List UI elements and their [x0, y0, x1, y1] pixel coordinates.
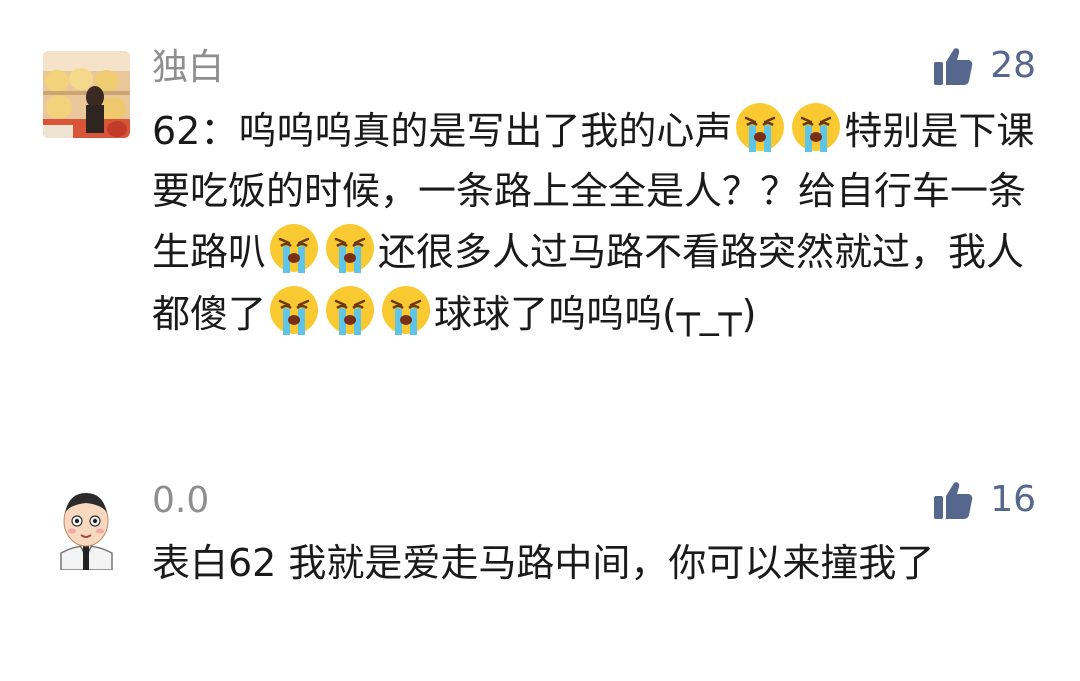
like-count: 16 — [990, 479, 1036, 520]
comment-text-part: 62：呜呜呜真的是写出了我的心声 — [152, 109, 733, 153]
like-button[interactable]: 16 — [932, 478, 1036, 522]
avatar-cartoon-icon — [43, 483, 130, 570]
comment-item: 独白 28 62：呜呜呜真的是写出了我的心声 特别是下课要吃饭的时候，一条路上全… — [0, 0, 1080, 420]
avatar[interactable] — [43, 483, 130, 570]
like-count: 28 — [990, 45, 1036, 86]
loudly-crying-face-icon — [736, 103, 785, 152]
thumbs-up-icon — [934, 48, 973, 85]
loudly-crying-face-icon — [326, 224, 375, 273]
comment-text-part: 表白62 我就是爱走马路中间，你可以来撞我了 — [152, 541, 935, 585]
comment-text: 62：呜呜呜真的是写出了我的心声 特别是下课要吃饭的时候，一条路上全全是人？？给… — [152, 100, 1042, 344]
loudly-crying-face-icon — [270, 224, 319, 273]
loudly-crying-face-icon — [326, 285, 375, 335]
loudly-crying-face-icon — [792, 103, 841, 152]
avatar[interactable] — [43, 51, 130, 138]
like-button[interactable]: 28 — [932, 44, 1036, 88]
loudly-crying-face-icon — [382, 285, 431, 335]
comment-text-part: 球球了呜呜呜(┬_┬) — [434, 291, 757, 336]
avatar-photo-icon — [43, 51, 130, 138]
comment-author[interactable]: 独白 — [152, 48, 224, 88]
comment-author[interactable]: 0.0 — [152, 481, 209, 521]
comment-text: 表白62 我就是爱走马路中间，你可以来撞我了 — [152, 534, 1032, 594]
thumbs-up-icon — [934, 482, 973, 519]
comment-item: 0.0 16 表白62 我就是爱走马路中间，你可以来撞我了 — [0, 420, 1080, 681]
loudly-crying-face-icon — [270, 285, 319, 335]
